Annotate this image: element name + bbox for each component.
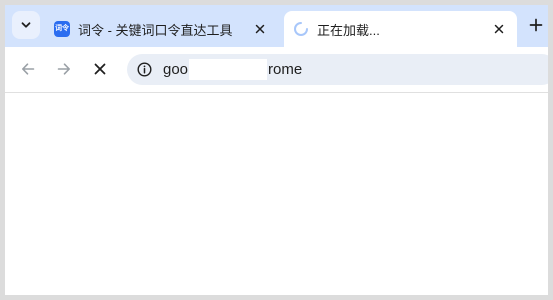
tab-title: 正在加载...	[317, 22, 380, 38]
arrow-left-icon	[22, 63, 35, 75]
address-bar[interactable]: goo rome	[127, 54, 548, 85]
page-content	[5, 93, 548, 295]
close-icon	[494, 24, 504, 34]
tab-search-button[interactable]	[12, 11, 40, 39]
tab-title: 词令 - 关键词口令直达工具	[78, 22, 233, 38]
toolbar: goo rome	[5, 47, 548, 93]
plus-icon	[529, 18, 543, 32]
url-redaction	[189, 59, 267, 80]
url-text-end: rome	[268, 61, 303, 78]
new-tab-button[interactable]	[524, 13, 548, 37]
close-icon	[94, 63, 106, 75]
forward-button[interactable]	[51, 56, 77, 82]
spinner-icon	[294, 22, 308, 36]
tab-close-button[interactable]	[250, 19, 270, 39]
browser-window: 词令 词令 - 关键词口令直达工具 正在加载... goo rome	[5, 5, 548, 295]
stop-loading-button[interactable]	[87, 56, 113, 82]
site-favicon: 词令	[54, 21, 70, 37]
tab-strip: 词令 词令 - 关键词口令直达工具 正在加载...	[5, 5, 548, 47]
close-icon	[255, 24, 265, 34]
info-icon	[137, 62, 152, 77]
url-text-start: goo	[163, 61, 189, 78]
chevron-down-icon	[21, 22, 31, 28]
arrow-right-icon	[57, 63, 70, 75]
site-info-button[interactable]	[136, 61, 153, 78]
tab-active[interactable]: 正在加载...	[284, 11, 517, 47]
tab-inactive[interactable]: 词令 词令 - 关键词口令直达工具	[45, 11, 278, 47]
back-button[interactable]	[15, 56, 41, 82]
tab-close-button[interactable]	[489, 19, 509, 39]
